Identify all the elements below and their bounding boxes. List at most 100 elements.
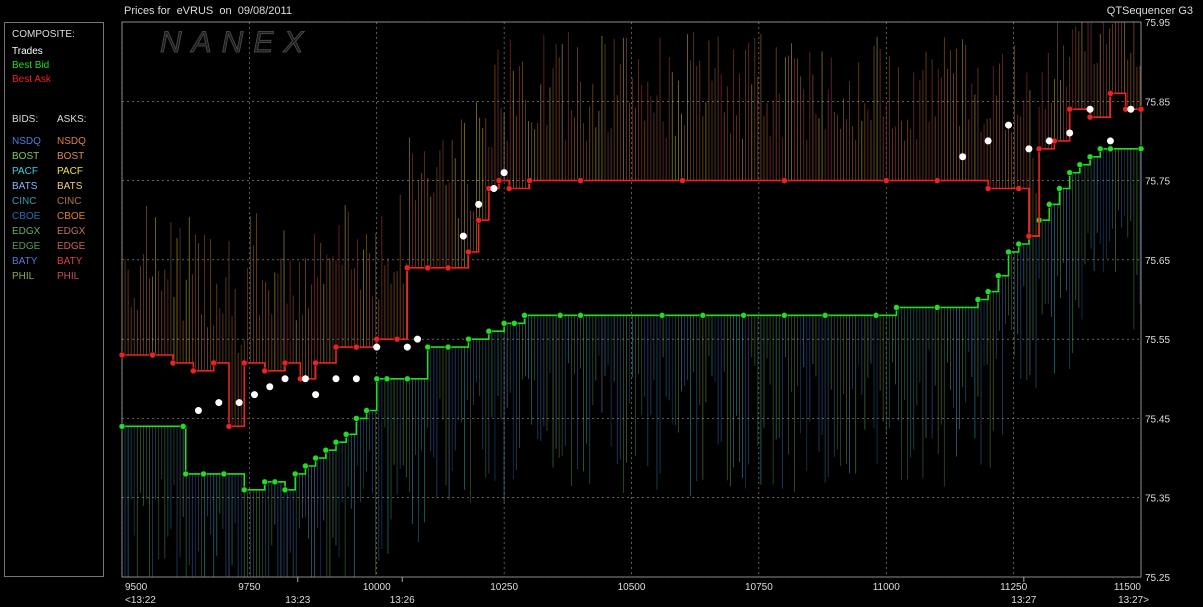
best-bid-point <box>1056 185 1063 192</box>
best-bid-point <box>404 375 411 383</box>
trades-point <box>1127 105 1135 113</box>
best-bid-point <box>424 343 432 351</box>
best-ask-point <box>393 335 401 343</box>
best-ask-point <box>1066 105 1073 113</box>
best-ask-point <box>1035 145 1043 153</box>
x-tick-label: 9750 <box>238 582 261 593</box>
best-ask-point <box>984 185 992 192</box>
trades-point <box>332 375 340 383</box>
best-ask-point <box>210 359 218 367</box>
trades-point <box>352 375 360 383</box>
trades-point <box>414 335 422 343</box>
best-bid-point <box>200 470 207 478</box>
x-tick-label: 11500 <box>1114 582 1142 593</box>
x-tick-label: 10250 <box>490 582 518 593</box>
best-bid-point <box>363 407 370 414</box>
best-bid-point <box>465 335 472 343</box>
trades-point <box>1066 129 1074 137</box>
best-bid-point <box>1005 248 1012 256</box>
best-ask-point <box>475 216 482 224</box>
best-bid-point <box>220 470 228 478</box>
best-bid-point <box>353 415 360 422</box>
y-tick-label: 75.35 <box>1145 494 1170 505</box>
best-bid-point <box>933 304 941 311</box>
best-bid-point <box>1066 169 1073 176</box>
x-time-label: 13:26 <box>390 595 415 606</box>
best-ask-point <box>353 343 360 351</box>
best-bid-point <box>699 312 707 319</box>
x-tick-label: 9500 <box>125 582 148 593</box>
best-bid-point <box>1107 145 1114 153</box>
x-tick-label: 10750 <box>745 582 773 593</box>
best-ask-point <box>679 177 686 184</box>
best-ask-point <box>240 359 248 367</box>
best-ask-point <box>1025 232 1033 240</box>
best-bid-point <box>521 312 528 319</box>
trades-point <box>959 153 967 161</box>
best-ask-point <box>526 177 533 184</box>
trades-point <box>266 383 274 391</box>
watermark: NANEX <box>160 26 313 59</box>
trades-point <box>373 343 381 351</box>
best-bid-point <box>261 478 268 486</box>
best-bid-point <box>821 312 829 319</box>
best-ask-point <box>882 177 890 184</box>
best-ask-point <box>933 177 941 184</box>
trades-point <box>475 200 483 208</box>
trades-point <box>1025 145 1033 153</box>
trades-point <box>281 375 289 383</box>
x-time-label: 13:23 <box>285 595 310 606</box>
y-tick-label: 75.25 <box>1145 573 1170 584</box>
trades-point <box>984 137 992 145</box>
best-bid-point <box>500 319 508 327</box>
best-ask-point <box>190 367 197 375</box>
x-tick-label: 10500 <box>618 582 646 593</box>
best-ask-point <box>332 343 340 351</box>
best-ask-point <box>424 264 432 272</box>
best-bid-point <box>984 288 992 295</box>
best-ask-point <box>465 248 472 256</box>
best-bid-point <box>302 462 309 470</box>
best-ask-point <box>404 264 411 272</box>
best-bid-point <box>444 343 452 351</box>
best-bid-point <box>118 423 126 430</box>
best-bid-point <box>179 423 187 430</box>
best-ask-point <box>1086 113 1094 121</box>
best-bid-point <box>577 312 584 319</box>
best-bid-point <box>511 319 518 327</box>
best-ask-point <box>281 359 289 367</box>
best-bid-point <box>332 438 340 446</box>
best-ask-point <box>373 335 381 343</box>
best-bid-point <box>556 312 564 319</box>
best-bid-point <box>1137 145 1145 153</box>
y-tick-label: 75.95 <box>1145 18 1170 29</box>
x-time-label: 13:27 <box>1011 595 1036 606</box>
x-tick-label: 11250 <box>1000 582 1028 593</box>
trades-point <box>215 399 223 407</box>
trades-point <box>459 232 467 240</box>
best-ask-point <box>781 177 788 184</box>
best-bid-point <box>373 375 381 383</box>
trades-point <box>312 391 320 399</box>
y-tick-label: 75.45 <box>1145 414 1170 425</box>
best-ask-point <box>444 264 452 272</box>
best-ask-point <box>1137 105 1145 113</box>
x-time-label: 13:27> <box>1118 595 1149 606</box>
best-ask-point <box>149 351 156 359</box>
trades-point <box>1005 121 1013 129</box>
best-bid-point <box>271 478 279 486</box>
y-tick-label: 75.55 <box>1145 335 1170 346</box>
best-bid-point <box>291 470 299 478</box>
trades-point <box>250 391 258 399</box>
best-bid-point <box>342 430 350 438</box>
best-bid-point <box>312 454 319 462</box>
best-bid-point <box>322 446 330 454</box>
best-bid-point <box>1045 201 1053 208</box>
best-ask-point <box>312 359 319 367</box>
trades-point <box>194 406 202 414</box>
best-ask-point <box>495 177 503 184</box>
trades-point <box>235 399 243 407</box>
best-bid-point <box>383 375 391 383</box>
best-bid-point <box>281 486 289 494</box>
best-bid-point <box>995 272 1002 280</box>
